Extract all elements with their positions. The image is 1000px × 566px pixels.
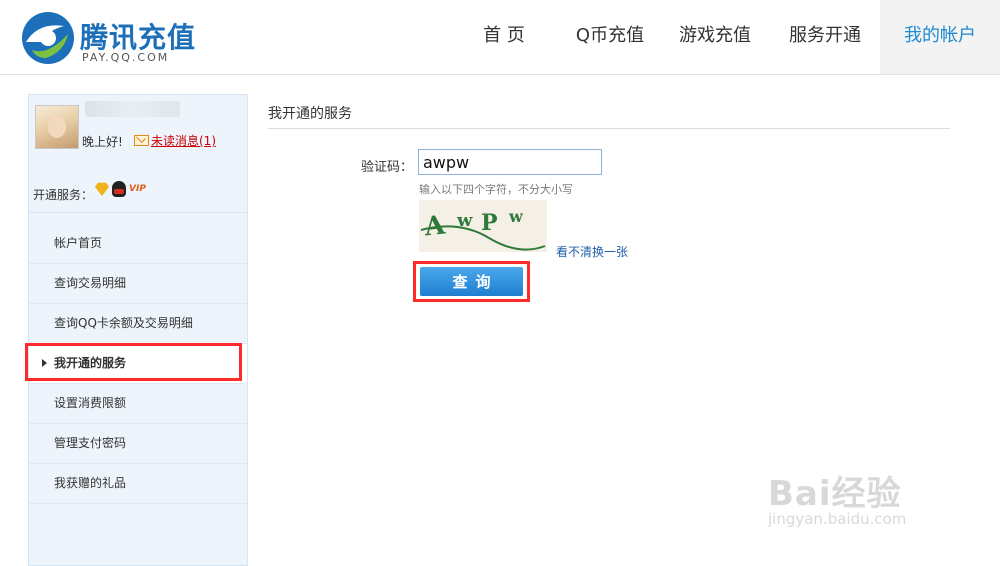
baidu-watermark: Bai经验 jingyan.baidu.com [768, 450, 968, 540]
sidebar-item-label: 我开通的服务 [54, 356, 127, 370]
svg-text:P: P [481, 210, 498, 236]
service-icons: VIP [95, 181, 146, 197]
svg-text:w: w [508, 207, 524, 226]
page-title: 我开通的服务 [268, 106, 352, 122]
nav-home[interactable]: 首 页 [448, 0, 560, 74]
sidebar-item-payment-password[interactable]: 管理支付密码 [29, 424, 247, 464]
sidebar-item-transactions[interactable]: 查询交易明细 [29, 264, 247, 304]
nav-my-account[interactable]: 我的帐户 [880, 0, 1000, 74]
nav-game[interactable]: 游戏充值 [660, 0, 770, 74]
sidebar-item-gifts[interactable]: 我获赠的礼品 [29, 464, 247, 504]
nav-qcoin[interactable]: Q币充值 [560, 0, 660, 74]
sidebar: 晚上好! 未读消息(1) 开通服务： VIP 帐户首页 查询交易明细 查询QQ卡… [28, 94, 248, 566]
logo-title: 腾讯充值 [80, 21, 197, 54]
qq-penguin-icon[interactable] [112, 181, 126, 197]
services-label: 开通服务： [33, 188, 94, 202]
sidebar-item-my-services[interactable]: 我开通的服务 [29, 344, 247, 384]
unread-messages-label: 未读消息(1) [151, 134, 216, 148]
greeting-text: 晚上好! [82, 135, 123, 149]
query-button[interactable]: 查询 [420, 267, 523, 296]
header: 腾讯充值 PAY.QQ.COM 首 页 Q币充值 游戏充值 服务开通 我的帐户 [0, 0, 1000, 75]
captcha-image: A w P w [419, 200, 547, 252]
sidebar-divider [29, 212, 247, 213]
avatar[interactable] [35, 105, 79, 149]
mail-icon [134, 135, 149, 146]
logo[interactable]: 腾讯充值 PAY.QQ.COM [18, 8, 198, 68]
title-divider [268, 128, 950, 129]
logo-subtitle: PAY.QQ.COM [82, 51, 170, 64]
sidebar-menu: 帐户首页 查询交易明细 查询QQ卡余额及交易明细 我开通的服务 设置消费限额 管… [29, 224, 247, 504]
captcha-hint: 输入以下四个字符，不分大小写 [419, 183, 573, 196]
captcha-input[interactable] [418, 149, 602, 175]
sidebar-item-qq-card[interactable]: 查询QQ卡余额及交易明细 [29, 304, 247, 344]
captcha-label: 验证码： [361, 160, 414, 175]
arrow-right-icon [42, 359, 47, 367]
sidebar-item-account-home[interactable]: 帐户首页 [29, 224, 247, 264]
vip-badge: VIP [129, 184, 146, 194]
nav-services[interactable]: 服务开通 [770, 0, 880, 74]
unread-messages-link[interactable]: 未读消息(1) [134, 132, 216, 149]
blurred-username [85, 101, 180, 117]
tencent-logo-icon [22, 12, 74, 64]
watermark-url: jingyan.baidu.com [768, 510, 907, 528]
watermark-brand: Bai经验 [768, 474, 902, 514]
avatar-face [48, 116, 66, 138]
sidebar-item-spending-limit[interactable]: 设置消费限额 [29, 384, 247, 424]
refresh-captcha-link[interactable]: 看不清换一张 [556, 243, 628, 260]
top-nav: 首 页 Q币充值 游戏充值 服务开通 我的帐户 [448, 0, 1000, 74]
diamond-icon[interactable] [95, 182, 109, 196]
